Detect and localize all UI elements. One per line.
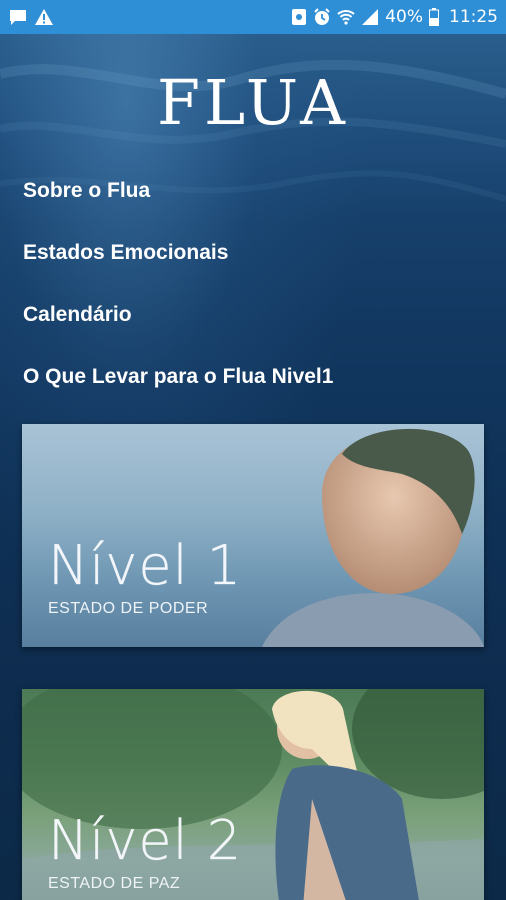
app-screen: FLUA Sobre o Flua Estados Emocionais Cal… — [0, 34, 506, 900]
battery-percent: 40% — [385, 7, 423, 27]
app-logo: FLUA — [157, 66, 349, 139]
signal-icon — [361, 8, 379, 26]
level-1-subtitle: ESTADO DE PODER — [48, 600, 209, 617]
menu-item-estados-emocionais[interactable]: Estados Emocionais — [23, 238, 333, 300]
level-2-card[interactable]: Nível 2 ESTADO DE PAZ — [22, 689, 484, 900]
level-2-title: Nível 2 — [48, 809, 243, 873]
level-1-card[interactable]: Nível 1 ESTADO DE PODER — [22, 424, 484, 647]
chat-icon — [8, 8, 28, 26]
clock: 11:25 — [449, 7, 498, 27]
level-1-title: Nível 1 — [48, 534, 243, 598]
level-2-subtitle: ESTADO DE PAZ — [48, 875, 181, 892]
wifi-icon — [337, 8, 355, 26]
nfc-icon — [291, 8, 307, 26]
status-bar: 40% 11:25 — [0, 0, 506, 34]
main-menu: Sobre o Flua Estados Emocionais Calendár… — [23, 176, 333, 424]
battery-icon — [429, 8, 439, 26]
menu-item-o-que-levar[interactable]: O Que Levar para o Flua Nivel1 — [23, 362, 333, 424]
alarm-icon — [313, 8, 331, 26]
warning-icon — [34, 8, 54, 26]
menu-item-calendario[interactable]: Calendário — [23, 300, 333, 362]
menu-item-sobre[interactable]: Sobre o Flua — [23, 176, 333, 238]
